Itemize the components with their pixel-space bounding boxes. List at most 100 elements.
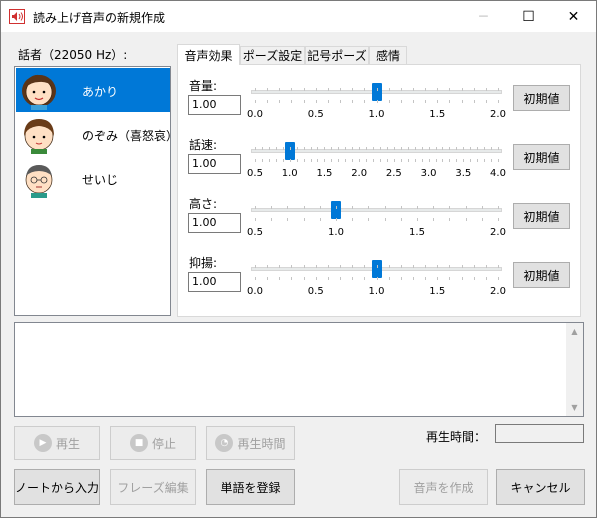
note-input-button[interactable]: ノートから入力: [14, 469, 100, 505]
slider-tick: [449, 277, 450, 280]
slider-tick: [401, 218, 402, 221]
slider-tick: [328, 100, 329, 103]
pitch-slider-track[interactable]: [251, 208, 502, 212]
scroll-up-icon[interactable]: ▲: [566, 323, 583, 340]
slider-tick: [486, 88, 487, 91]
volume-input[interactable]: 1.00: [188, 95, 241, 115]
slider-tick: [291, 277, 292, 280]
slider-tick: [304, 265, 305, 268]
cancel-button[interactable]: キャンセル: [496, 469, 585, 505]
slider-tick: [486, 265, 487, 268]
pitch-slider-thumb[interactable]: [331, 201, 341, 219]
slider-tick: [331, 159, 332, 162]
nozomi-avatar: [24, 119, 54, 154]
slider-tick: [401, 277, 402, 280]
play-button[interactable]: ▶ 再生: [14, 426, 100, 460]
speaker-icon: [9, 9, 25, 24]
slider-tick-label: 2.0: [351, 168, 368, 179]
slider-tick: [366, 147, 367, 150]
tab-emotion[interactable]: 感情: [369, 46, 407, 64]
slider-tick: [328, 88, 329, 91]
speed-label: 話速:: [189, 138, 218, 152]
speed-slider-thumb[interactable]: [284, 142, 295, 160]
speed-input[interactable]: 1.00: [188, 154, 241, 174]
speed-reset-button[interactable]: 初期値: [513, 144, 570, 170]
slider-tick: [255, 159, 256, 162]
speaker-item-akari[interactable]: あかり: [16, 68, 170, 112]
title-bar: 読み上げ音声の新規作成 ─ ☐ ✕: [1, 1, 596, 32]
slider-tick: [340, 277, 341, 280]
intonation-reset-button[interactable]: 初期値: [513, 262, 570, 288]
slider-tick: [267, 100, 268, 103]
slider-tick: [340, 265, 341, 268]
slider-tick: [498, 159, 499, 162]
slider-tick: [331, 147, 332, 150]
pitch-input[interactable]: 1.00: [188, 213, 241, 233]
slider-tick: [338, 147, 339, 150]
minimize-button[interactable]: ─: [461, 1, 506, 32]
slider-tick: [352, 265, 353, 268]
create-audio-button[interactable]: 音声を作成: [399, 469, 488, 505]
slider-tick: [401, 88, 402, 91]
slider-tick: [276, 147, 277, 150]
volume-slider-thumb[interactable]: [371, 83, 382, 101]
slider-tick: [449, 100, 450, 103]
slider-tick: [340, 100, 341, 103]
vertical-scrollbar[interactable]: ▲ ▼: [566, 323, 583, 416]
slider-tick: [436, 159, 437, 162]
speaker-item-seiji[interactable]: せいじ: [16, 156, 170, 200]
volume-reset-button[interactable]: 初期値: [513, 85, 570, 111]
slider-tick: [297, 159, 298, 162]
slider-tick: [287, 218, 288, 221]
slider-tick: [389, 265, 390, 268]
slider-tick: [279, 265, 280, 268]
slider-tick: [287, 206, 288, 209]
scroll-down-icon[interactable]: ▼: [566, 399, 583, 416]
slider-tick: [311, 159, 312, 162]
slider-tick: [271, 218, 272, 221]
volume-label: 音量:: [189, 79, 218, 93]
intonation-slider-thumb[interactable]: [371, 260, 382, 278]
slider-tick: [316, 277, 317, 280]
slider-tick: [415, 147, 416, 150]
register-word-button[interactable]: 単語を登録: [206, 469, 295, 505]
play-time-button-label: 再生時間: [237, 436, 286, 451]
slider-tick: [304, 206, 305, 209]
slider-tick-label: 1.0: [368, 286, 385, 297]
slider-tick: [474, 100, 475, 103]
slider-tick: [373, 159, 374, 162]
tab-symbol-pause[interactable]: 記号ポーズ: [305, 46, 369, 64]
maximize-button[interactable]: ☐: [506, 1, 551, 32]
slider-tick: [408, 147, 409, 150]
slider-tick: [456, 147, 457, 150]
play-time-button[interactable]: ◔ 再生時間: [206, 426, 295, 460]
slider-tick: [417, 218, 418, 221]
speaker-list[interactable]: あかり のぞみ（喜怒哀） せいじ: [14, 66, 178, 316]
dialog-window: 読み上げ音声の新規作成 ─ ☐ ✕ 話者（22050 Hz）: あかり のぞみ（…: [0, 0, 597, 518]
slider-tick: [320, 218, 321, 221]
speaker-item-nozomi[interactable]: のぞみ（喜怒哀）: [16, 112, 178, 156]
slider-tick: [324, 147, 325, 150]
slider-tick: [324, 159, 325, 162]
pitch-reset-button[interactable]: 初期値: [513, 203, 570, 229]
tab-voice-effects[interactable]: 音声効果: [177, 44, 240, 65]
slider-tick: [394, 159, 395, 162]
slider-tick: [401, 147, 402, 150]
slider-tick: [255, 100, 256, 103]
slider-tick: [477, 147, 478, 150]
slider-tick: [255, 147, 256, 150]
play-icon: ▶: [33, 434, 52, 452]
phrase-edit-button[interactable]: フレーズ編集: [110, 469, 196, 505]
slider-tick: [498, 218, 499, 221]
close-button[interactable]: ✕: [551, 1, 596, 32]
slider-tick: [449, 218, 450, 221]
slider-tick-label: 3.0: [420, 168, 437, 179]
tab-pause-settings[interactable]: ポーズ設定: [240, 46, 305, 64]
slider-tick-label: 2.5: [385, 168, 402, 179]
slider-tick: [352, 218, 353, 221]
stop-button[interactable]: ■ 停止: [110, 426, 196, 460]
intonation-input[interactable]: 1.00: [188, 272, 241, 292]
slider-tick: [474, 277, 475, 280]
script-text-area[interactable]: ▲ ▼: [14, 322, 584, 417]
slider-tick: [477, 159, 478, 162]
